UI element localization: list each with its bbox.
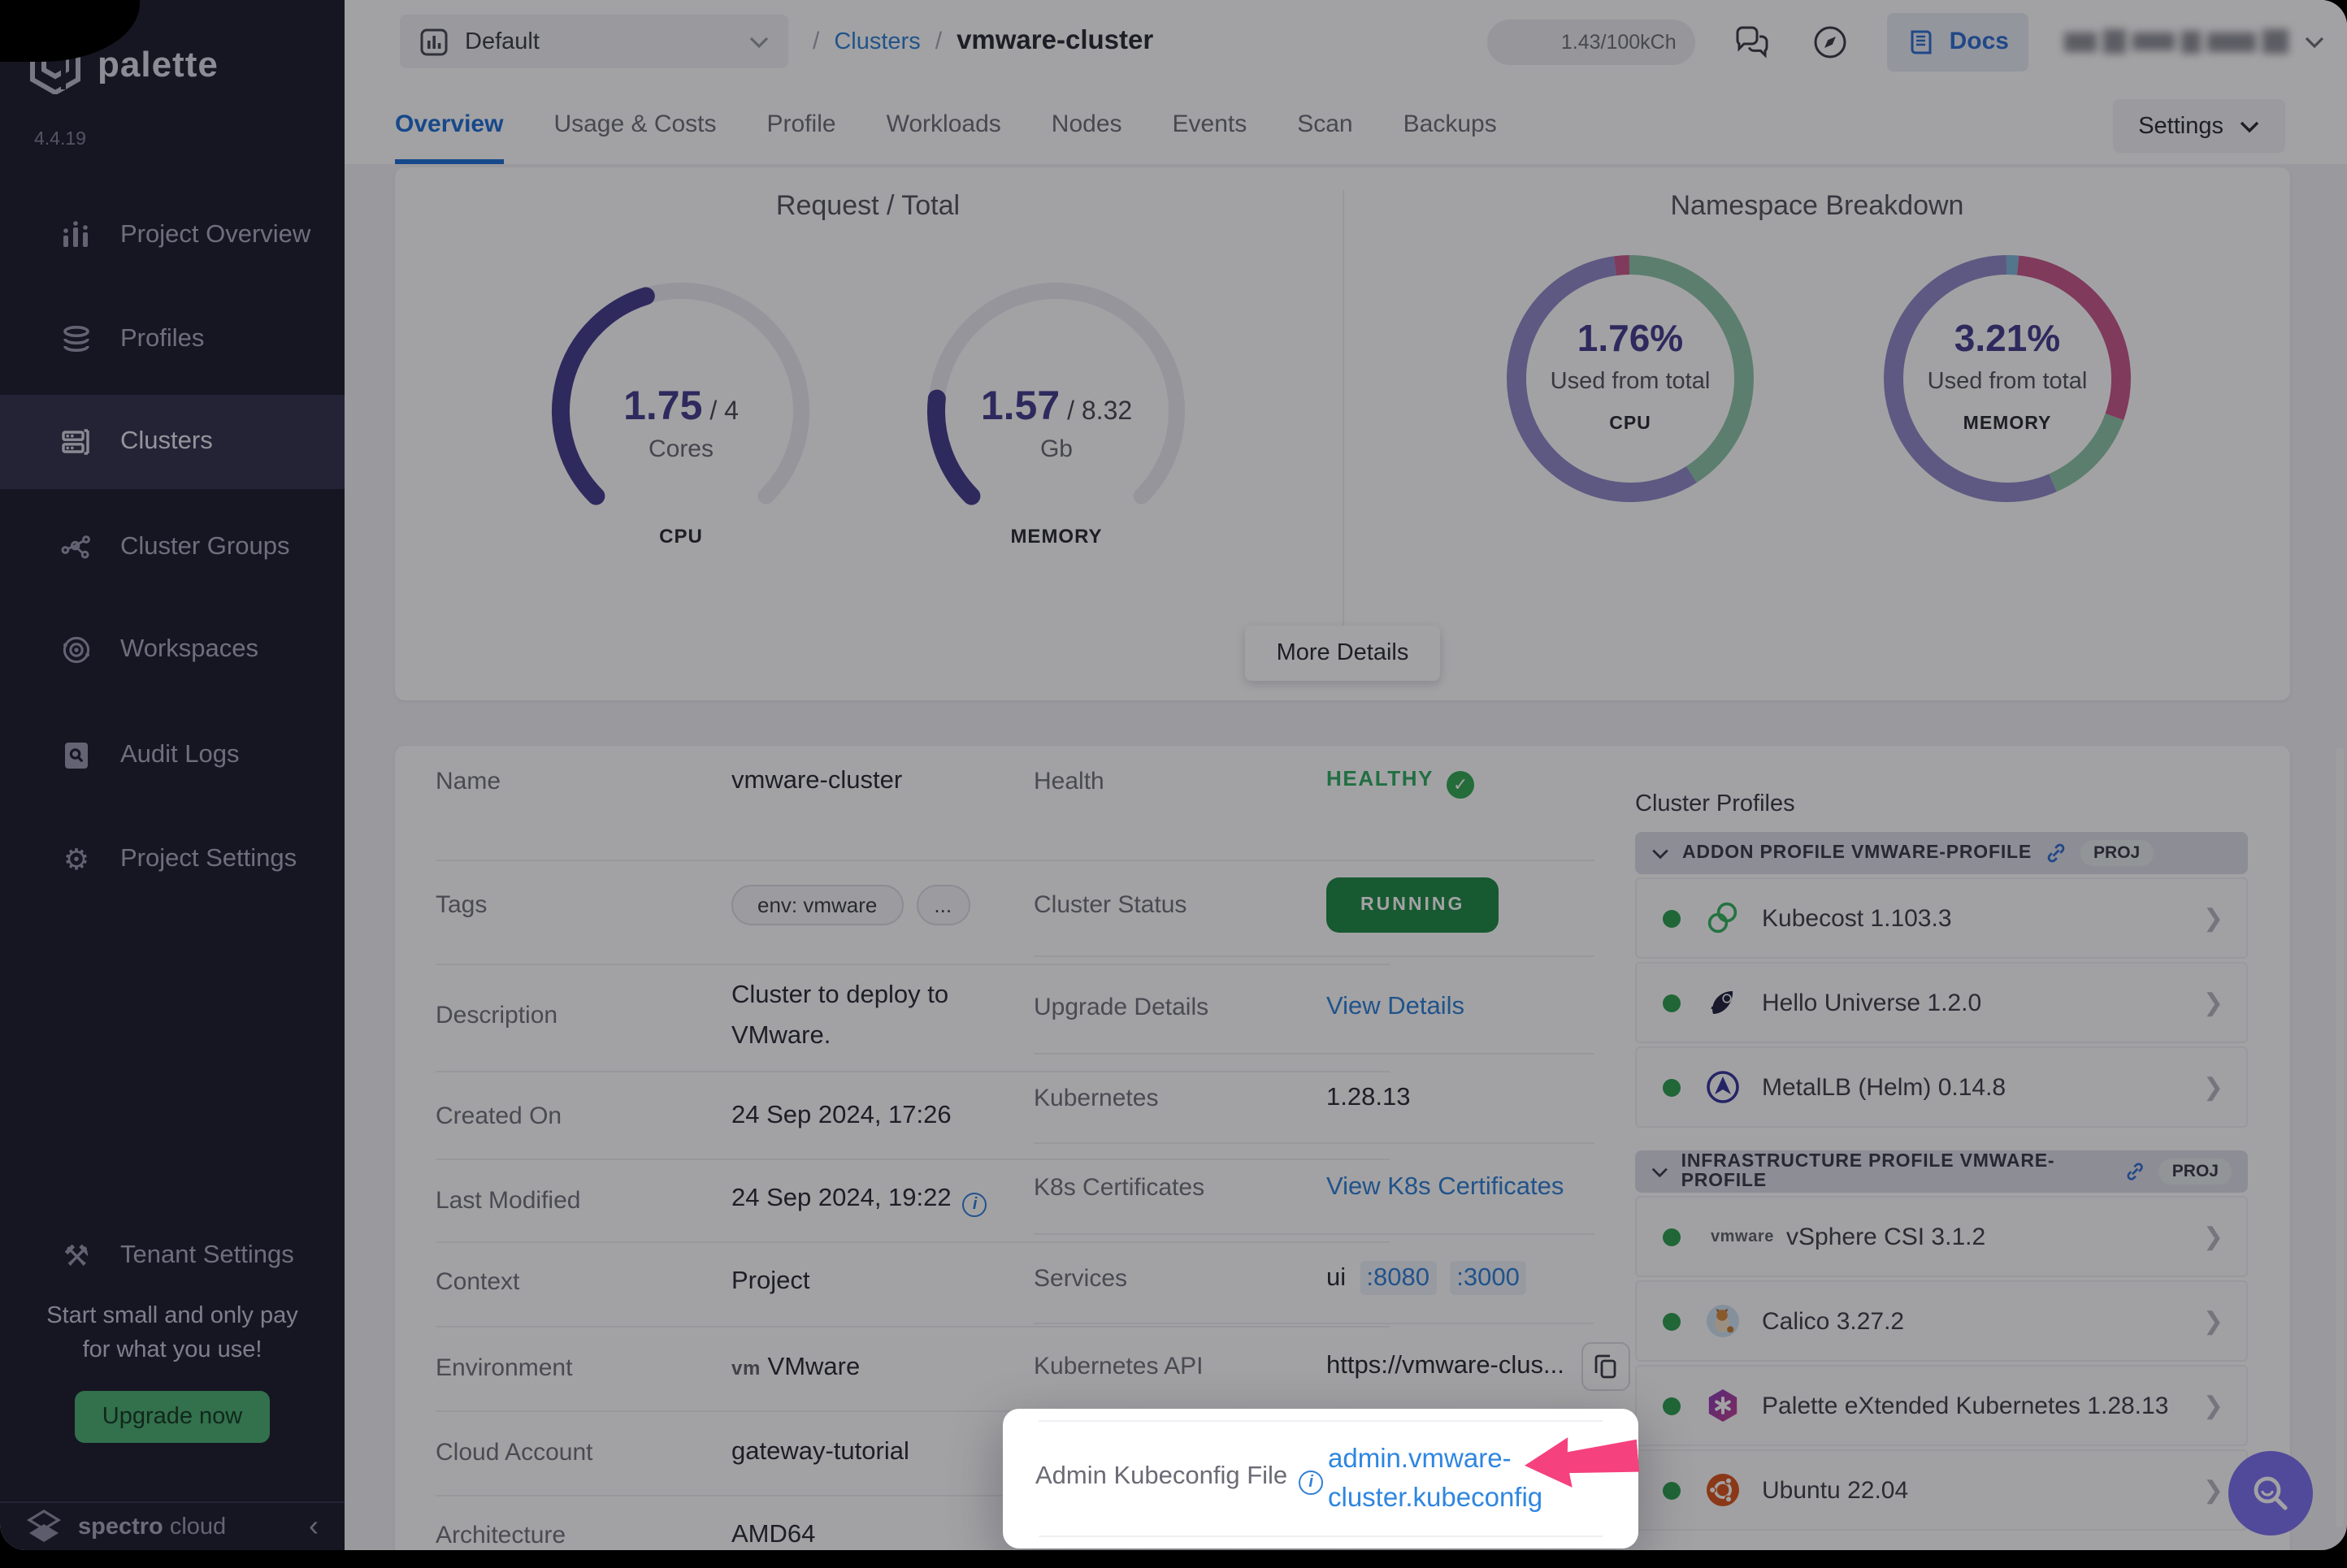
field-label: Admin Kubeconfig Filei — [1035, 1462, 1323, 1495]
admin-kubeconfig-link[interactable]: admin.vmware-cluster.kubeconfig — [1328, 1440, 1542, 1518]
info-icon[interactable]: i — [1299, 1471, 1323, 1495]
highlight-arrow — [1519, 1428, 1641, 1497]
screen: palette 4.4.19 Project Overview Profiles… — [0, 0, 2347, 1568]
dim-overlay — [0, 0, 2347, 1550]
app-window: palette 4.4.19 Project Overview Profiles… — [0, 0, 2347, 1550]
